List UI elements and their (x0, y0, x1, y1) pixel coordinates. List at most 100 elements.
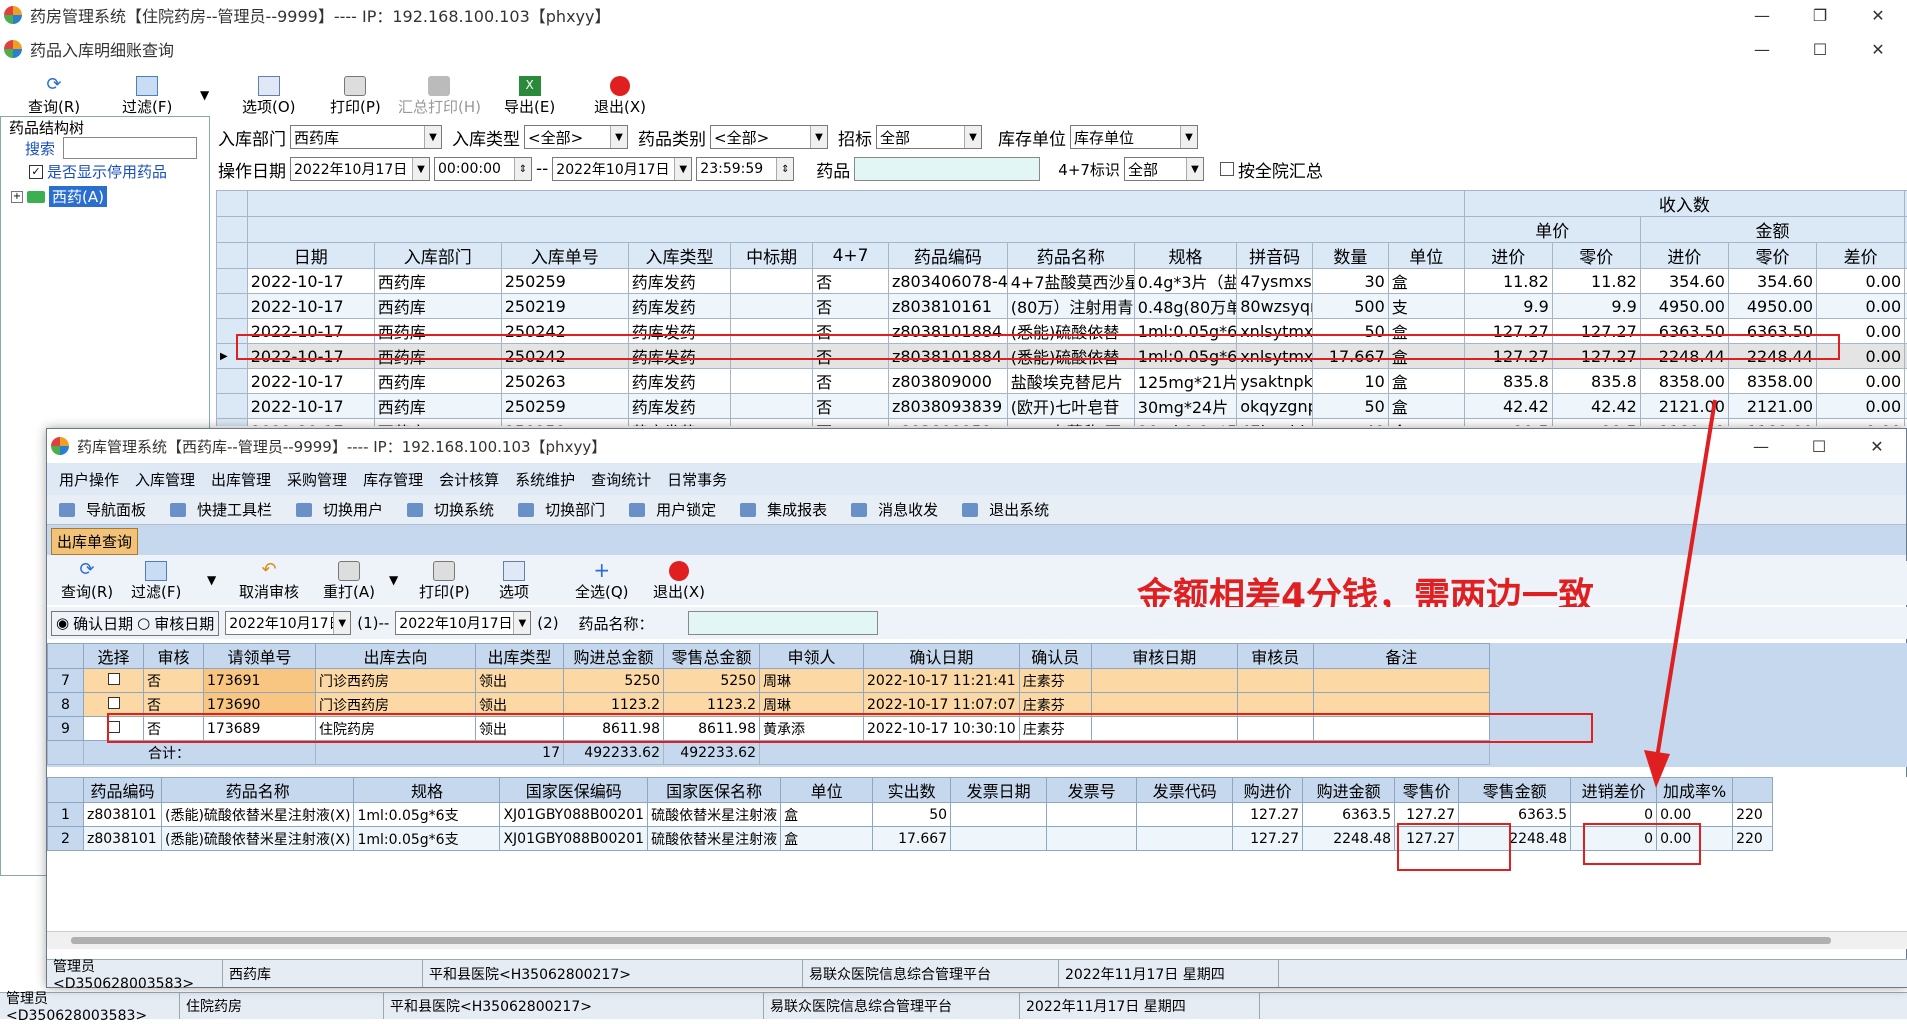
bg-col-header[interactable]: 入库类型 (628, 243, 730, 269)
order-col-header[interactable]: 请领单号 (204, 644, 316, 669)
order-col-header[interactable]: 确认员 (1019, 644, 1091, 669)
menu-item[interactable]: 采购管理 (279, 469, 355, 490)
expand-icon[interactable]: + (11, 191, 23, 203)
bg-table-row[interactable]: 2022-10-17西药库250259药库发药否z803406078-44+7盐… (217, 269, 1907, 294)
menu-item[interactable]: 日常事务 (659, 469, 735, 490)
detail-col-header[interactable]: 零售金额 (1459, 778, 1571, 803)
sub-close-icon[interactable]: ✕ (1849, 40, 1907, 59)
bg-summary-print-button[interactable]: 汇总打印(H) (384, 76, 495, 116)
select-all-button[interactable]: +全选(Q) (561, 561, 643, 601)
minimize-icon[interactable]: — (1733, 6, 1791, 25)
fg-filter-dropdown-icon[interactable]: ▼ (207, 573, 216, 587)
order-col-header[interactable]: 确认日期 (864, 644, 1020, 669)
bg-col-header[interactable]: 4+7 (813, 243, 889, 269)
tree-node-western-drug[interactable]: 西药(A) (49, 186, 107, 207)
type-select[interactable]: <全部>▼ (524, 125, 628, 149)
bg-print-button[interactable]: 打印(P) (316, 76, 395, 116)
order-col-header[interactable]: 审核日期 (1091, 644, 1237, 669)
close-icon[interactable]: ✕ (1849, 6, 1907, 25)
detail-col-header[interactable]: 零售价 (1395, 778, 1459, 803)
bg-table-row[interactable]: 2022-10-17西药库250219药库发药否z803810161(80万）注… (217, 294, 1907, 319)
bg-col-header[interactable]: 药品名称 (1007, 243, 1134, 269)
bg-col-header[interactable]: 规格 (1134, 243, 1236, 269)
time-from-input[interactable]: 00:00:00⇕ (434, 157, 532, 181)
show-disabled-checkbox[interactable]: ✓ (29, 165, 43, 179)
detail-col-header[interactable]: 国家医保编码 (500, 778, 648, 803)
detail-col-header[interactable]: 药品名称 (162, 778, 354, 803)
quickbar-item[interactable]: 集成报表 (732, 499, 843, 520)
scroll-thumb[interactable] (71, 937, 1831, 944)
detail-col-header[interactable] (48, 778, 84, 803)
horizontal-scrollbar[interactable] (47, 931, 1907, 949)
cancel-audit-button[interactable]: ↶取消审核 (225, 561, 313, 601)
fg-exit-button[interactable]: 退出(X) (639, 561, 719, 601)
row-selector[interactable] (217, 394, 248, 419)
fg-maximize-icon[interactable]: ☐ (1790, 437, 1848, 456)
row-selector[interactable] (217, 269, 248, 294)
bg-col-header[interactable]: 零价 (1728, 243, 1816, 269)
quickbar-item[interactable]: 快捷工具栏 (162, 499, 288, 520)
fg-options-button[interactable]: 选项 (485, 561, 543, 601)
bg-filter-button[interactable]: 过滤(F) (108, 76, 186, 116)
menu-item[interactable]: 会计核算 (431, 469, 507, 490)
sub-minimize-icon[interactable]: — (1733, 40, 1791, 59)
detail-row[interactable]: 1z8038101(悉能)硫酸依替米星注射液(X)1ml:0.05g*6支XJ0… (48, 803, 1773, 827)
category-select[interactable]: <全部>▼ (710, 125, 828, 149)
bg-query-button[interactable]: ⟳ 查询(R) (14, 76, 94, 116)
bid-select[interactable]: 全部▼ (876, 125, 982, 149)
date-from-picker[interactable]: 2022年10月17日▼ (290, 157, 430, 181)
bg-col-header[interactable]: 零价 (1552, 243, 1640, 269)
order-col-header[interactable]: 选择 (84, 644, 144, 669)
bg-options-button[interactable]: 选项(O) (228, 76, 310, 116)
bg-table-row[interactable]: 2022-10-17西药库250263药库发药否z803809000盐酸埃克替尼… (217, 369, 1907, 394)
confirm-date-radio[interactable]: ◉ (56, 614, 69, 632)
bg-col-header[interactable]: 药品编码 (888, 243, 1007, 269)
fg-query-button[interactable]: ⟳查询(R) (47, 561, 127, 601)
order-select-checkbox[interactable] (84, 669, 144, 693)
date-to-picker[interactable]: 2022年10月17日▼ (552, 157, 692, 181)
menu-item[interactable]: 库存管理 (355, 469, 431, 490)
sub-maximize-icon[interactable]: ☐ (1791, 40, 1849, 59)
quickbar-item[interactable]: 用户锁定 (621, 499, 732, 520)
order-row[interactable]: 7否173691门诊西药房领出52505250周琳2022-10-17 11:2… (48, 669, 1490, 693)
flag-select[interactable]: 全部▼ (1124, 157, 1204, 181)
search-link[interactable]: 搜索 (25, 138, 55, 159)
bg-exit-button[interactable]: 退出(X) (580, 76, 660, 116)
detail-col-header[interactable]: 发票号 (1047, 778, 1137, 803)
time-to-input[interactable]: 23:59:59⇕ (696, 157, 794, 181)
detail-col-header[interactable]: 发票日期 (951, 778, 1047, 803)
row-selector[interactable] (217, 369, 248, 394)
detail-col-header[interactable]: 购进金额 (1303, 778, 1395, 803)
fg-date-from[interactable]: 2022年10月17日▼ (225, 611, 351, 635)
order-col-header[interactable]: 申领人 (760, 644, 864, 669)
menu-item[interactable]: 出库管理 (203, 469, 279, 490)
drug-name-input[interactable] (688, 611, 878, 635)
bg-col-header[interactable]: 进价 (1640, 243, 1728, 269)
order-col-header[interactable]: 零售总金额 (664, 644, 760, 669)
reprint-button[interactable]: 重打(A) (309, 561, 389, 601)
reprint-dropdown-icon[interactable]: ▼ (389, 573, 398, 587)
fg-print-button[interactable]: 打印(P) (405, 561, 484, 601)
quickbar-item[interactable]: 消息收发 (843, 499, 954, 520)
order-col-header[interactable]: 审核员 (1237, 644, 1313, 669)
detail-col-header[interactable]: 国家医保名称 (648, 778, 781, 803)
order-col-header[interactable]: 购进总金额 (564, 644, 664, 669)
bg-col-header[interactable]: 拼音码 (1237, 243, 1313, 269)
bg-col-header[interactable]: 进价 (1464, 243, 1552, 269)
detail-col-header[interactable]: 药品编码 (84, 778, 162, 803)
order-col-header[interactable]: 出库去向 (316, 644, 476, 669)
row-selector[interactable] (217, 419, 248, 427)
bg-col-header[interactable]: 中标期 (731, 243, 813, 269)
detail-col-header[interactable]: 实出数 (873, 778, 951, 803)
bg-col-header[interactable]: 日期 (247, 243, 374, 269)
bg-col-header[interactable]: 入库单号 (501, 243, 628, 269)
dept-select[interactable]: 西药库▼ (290, 125, 442, 149)
order-col-header[interactable]: 审核 (144, 644, 204, 669)
menu-item[interactable]: 查询统计 (583, 469, 659, 490)
drug-input[interactable] (854, 157, 1040, 181)
bg-export-button[interactable]: X 导出(E) (490, 76, 569, 116)
bg-col-header[interactable]: 入库部门 (374, 243, 501, 269)
bg-col-header[interactable]: 数量 (1313, 243, 1389, 269)
order-col-header[interactable] (48, 644, 84, 669)
detail-row[interactable]: 2z8038101(悉能)硫酸依替米星注射液(X)1ml:0.05g*6支XJ0… (48, 827, 1773, 851)
